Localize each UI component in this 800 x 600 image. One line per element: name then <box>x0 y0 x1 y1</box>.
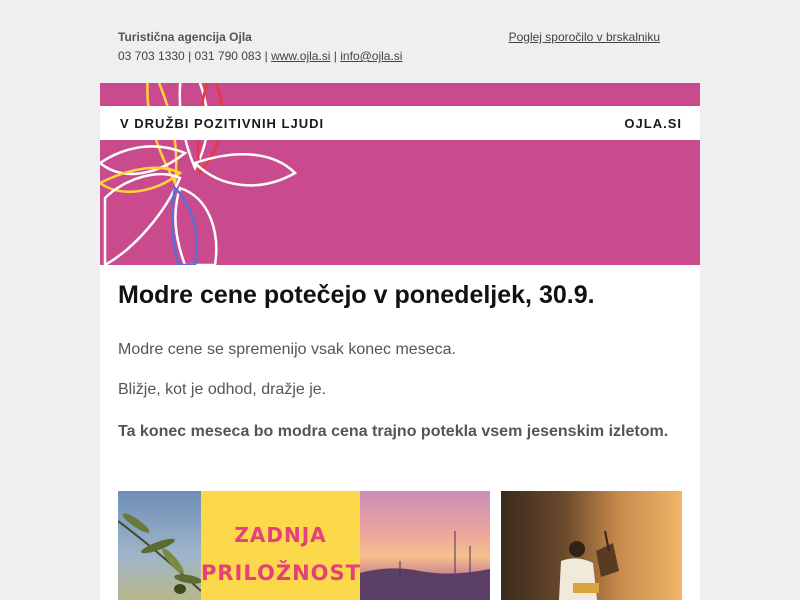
view-in-browser-link[interactable]: Poglej sporočilo v brskalniku <box>509 30 660 44</box>
hero-banner: V DRUŽBI POZITIVNIH LJUDI OJLA.SI <box>100 83 700 265</box>
phone-1: 03 703 1330 <box>118 49 185 63</box>
headline: Modre cene potečejo v ponedeljek, 30.9. <box>118 281 595 309</box>
email-content: Modre cene potečejo v ponedeljek, 30.9. … <box>100 265 700 600</box>
sunset-sea-image <box>360 491 490 600</box>
email-link[interactable]: info@ojla.si <box>340 49 402 63</box>
agency-name: Turistična agencija Ojla <box>118 30 252 44</box>
musician-figure-icon <box>559 530 619 600</box>
contact-line: 03 703 1330 | 031 790 083 | www.ojla.si … <box>118 49 402 63</box>
olive-leaves-icon <box>118 513 202 594</box>
separator: | <box>264 49 268 63</box>
site-name[interactable]: OJLA.SI <box>624 116 682 131</box>
website-link[interactable]: www.ojla.si <box>271 49 330 63</box>
musician-sunset-image <box>501 491 682 600</box>
email-header: Turistična agencija Ojla 03 703 1330 | 0… <box>118 0 660 83</box>
promo-image-last-chance[interactable]: ZADNJA PRILOŽNOST <box>118 491 490 600</box>
sailboats-icon <box>360 531 490 600</box>
paragraph-3: Ta konec meseca bo modra cena trajno pot… <box>118 423 669 440</box>
paragraph-1: Modre cene se spremenijo vsak konec mese… <box>118 341 456 358</box>
promo-line-1: ZADNJA <box>234 523 327 547</box>
separator: | <box>333 49 337 63</box>
promo-image-musician[interactable] <box>501 491 682 600</box>
phone-2: 031 790 083 <box>194 49 262 63</box>
tagline: V DRUŽBI POZITIVNIH LJUDI <box>120 116 325 131</box>
promo-line-2: PRILOŽNOST <box>201 561 361 585</box>
olive-branch-image <box>118 491 202 600</box>
promo-yellow-panel: ZADNJA PRILOŽNOST <box>201 491 360 600</box>
tagline-bar: V DRUŽBI POZITIVNIH LJUDI OJLA.SI <box>100 106 700 140</box>
separator: | <box>188 49 192 63</box>
paragraph-2: Bližje, kot je odhod, dražje je. <box>118 381 327 398</box>
